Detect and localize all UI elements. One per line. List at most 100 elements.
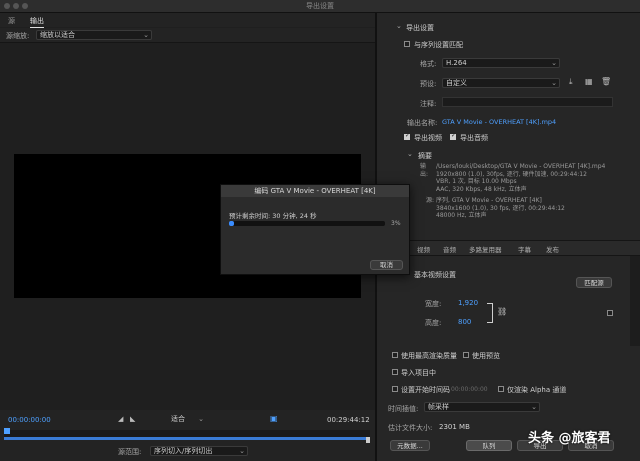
match-sequence-label: 与序列设置匹配 <box>414 41 463 49</box>
summary-output-label: 输出: <box>420 163 429 178</box>
tab-captions[interactable]: 字幕 <box>518 244 531 254</box>
output-name-label: 输出名称: <box>407 119 438 127</box>
height-value[interactable]: 800 <box>458 318 471 326</box>
window-title: 导出设置 <box>306 2 334 10</box>
set-start-timecode-label: 设置开始时间码 <box>401 386 450 394</box>
summary-source-line: 48000 Hz, 立体声 <box>436 212 487 220</box>
progress-bar <box>229 221 385 226</box>
import-into-project-checkbox[interactable] <box>392 369 398 375</box>
tab-multiplexer[interactable]: 多路复用器 <box>469 244 502 254</box>
queue-button[interactable]: 队列 <box>466 440 512 451</box>
max-render-quality-label: 使用最高渲染质量 <box>401 352 457 360</box>
eta-label: 预计剩余时间: 30 分钟, 24 秒 <box>229 212 317 220</box>
summary-output-line: VBR, 1 次, 目标 10.00 Mbps <box>436 178 517 186</box>
delete-preset-icon[interactable]: 🗑 <box>601 77 611 86</box>
width-value[interactable]: 1,920 <box>458 299 478 307</box>
aspect-ratio-icon[interactable]: ▣ <box>270 414 278 423</box>
format-value: H.264 <box>446 59 467 67</box>
current-timecode[interactable]: 00:00:00:00 <box>8 416 51 424</box>
preview-tabs: 源 输出 <box>0 13 375 28</box>
chevron-down-icon: ⌄ <box>198 415 204 423</box>
timeline-range-track[interactable] <box>4 437 370 440</box>
comments-input[interactable] <box>442 97 613 107</box>
height-label: 高度: <box>425 319 442 327</box>
match-sequence-checkbox[interactable] <box>404 41 410 47</box>
match-source-button[interactable]: 匹配源 <box>576 277 612 288</box>
preset-value: 自定义 <box>446 79 467 87</box>
chevron-down-icon: ⌄ <box>239 447 245 455</box>
summary-source-line: 序列, GTA V Movie - OVERHEAT [4K] <box>436 197 542 204</box>
summary-output-line: AAC, 320 Kbps, 48 kHz, 立体声 <box>436 185 527 193</box>
max-render-quality-checkbox[interactable] <box>392 352 398 358</box>
source-range-dropdown[interactable]: 序列切入/序列切出 ⌄ <box>150 446 248 456</box>
tab-video[interactable]: 视频 <box>417 244 430 254</box>
export-settings-header: 导出设置 <box>406 24 434 32</box>
out-point-handle[interactable] <box>366 437 370 443</box>
source-scaling-dropdown[interactable]: 缩放以适合 ⌄ <box>36 30 152 40</box>
render-alpha-checkbox[interactable] <box>498 386 504 392</box>
source-scaling-row: 源缩放: 缩放以适合 ⌄ <box>0 28 375 43</box>
file-size-value: 2301 MB <box>439 423 470 431</box>
import-preset-icon[interactable]: ▦ <box>585 77 593 86</box>
output-name-link[interactable]: GTA V Movie - OVERHEAT [4K].mp4 <box>442 118 556 126</box>
mark-out-icon[interactable]: ◣ <box>130 415 135 423</box>
time-interpolation-dropdown[interactable]: 帧采样 ⌄ <box>424 402 540 412</box>
chevron-down-icon: ⌄ <box>551 59 557 67</box>
watermark-text: 头条 @旅客君 <box>528 431 611 446</box>
progress-fill <box>229 221 234 226</box>
fit-value: 适合 <box>171 415 185 423</box>
progress-percent: 3% <box>391 220 401 227</box>
chevron-down-icon: ⌄ <box>143 31 149 39</box>
aspect-bracket <box>487 303 493 323</box>
summary-output-line: /Users/louki/Desktop/GTA V Movie - OVERH… <box>436 163 606 170</box>
dialog-cancel-button[interactable]: 取消 <box>370 260 403 270</box>
summary-source-label: 源: <box>426 197 435 204</box>
export-audio-label: 导出音频 <box>460 134 488 142</box>
preset-dropdown[interactable]: 自定义 ⌄ <box>442 78 560 88</box>
settings-scrollbar[interactable] <box>630 256 640 346</box>
metadata-button[interactable]: 元数据... <box>390 440 430 451</box>
import-into-project-label: 导入项目中 <box>401 369 436 377</box>
source-scaling-label: 源缩放: <box>6 32 30 40</box>
time-interpolation-value: 帧采样 <box>428 403 449 411</box>
tab-publish[interactable]: 发布 <box>546 244 559 254</box>
use-previews-label: 使用预览 <box>472 352 500 360</box>
end-timecode: 00:29:44:12 <box>327 416 370 424</box>
chevron-down-icon: ⌄ <box>551 79 557 87</box>
comments-label: 注释: <box>420 100 437 108</box>
use-previews-checkbox[interactable] <box>463 352 469 358</box>
settings-tabs: 视频 音频 多路复用器 字幕 发布 <box>377 240 640 256</box>
width-label: 宽度: <box>425 300 442 308</box>
tab-audio[interactable]: 音频 <box>443 244 456 254</box>
export-audio-checkbox[interactable] <box>450 132 456 140</box>
source-scaling-value: 缩放以适合 <box>40 31 75 39</box>
set-start-timecode-checkbox[interactable] <box>392 386 398 392</box>
dialog-title: 编码 GTA V Movie - OVERHEAT [4K] <box>221 185 409 197</box>
save-preset-icon[interactable]: ⤓ <box>569 77 573 87</box>
render-alpha-label: 仅渲染 Alpha 通道 <box>507 386 567 394</box>
fit-dropdown[interactable]: 适合 ⌄ <box>168 415 206 425</box>
scale-checkbox[interactable] <box>607 310 613 316</box>
tab-source[interactable]: 源 <box>8 16 15 26</box>
export-video-label: 导出视频 <box>414 134 442 142</box>
playhead-handle[interactable] <box>4 428 10 434</box>
format-dropdown[interactable]: H.264 ⌄ <box>442 58 560 68</box>
chevron-down-icon: ⌄ <box>531 403 537 411</box>
tab-output[interactable]: 输出 <box>30 16 44 28</box>
format-label: 格式: <box>420 60 437 68</box>
summary-header: 摘要 <box>418 152 432 160</box>
export-video-checkbox[interactable] <box>404 132 410 140</box>
chevron-down-icon[interactable]: ⌄ <box>407 150 413 158</box>
chevron-down-icon[interactable]: ⌄ <box>396 22 402 30</box>
mark-in-icon[interactable]: ◢ <box>118 415 123 423</box>
link-icon[interactable]: ⛓ <box>497 307 507 316</box>
basic-video-settings-header: 基本视频设置 <box>414 271 456 279</box>
title-bar: 导出设置 <box>0 0 640 13</box>
start-timecode-value[interactable]: 00:00:00:00 <box>451 386 488 393</box>
preset-label: 预设: <box>420 80 437 88</box>
source-range-label: 源范围: <box>118 448 142 456</box>
encoding-dialog: 编码 GTA V Movie - OVERHEAT [4K] 预计剩余时间: 3… <box>220 184 410 275</box>
file-size-label: 估计文件大小: <box>388 424 433 432</box>
time-interpolation-label: 时间插值: <box>388 405 419 413</box>
source-range-value: 序列切入/序列切出 <box>154 447 213 455</box>
